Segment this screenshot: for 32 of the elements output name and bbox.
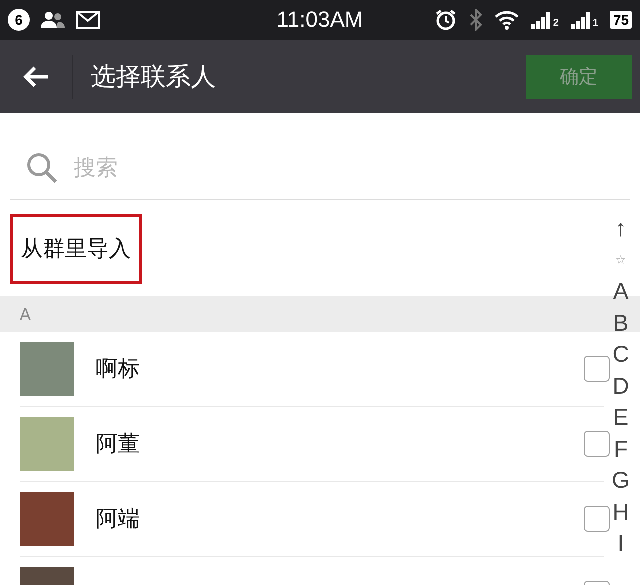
avatar-photo-placeholder (20, 342, 74, 396)
clock-time: 11:03AM (276, 7, 364, 33)
index-letter[interactable]: G (612, 465, 630, 496)
index-letter[interactable]: D (612, 370, 630, 402)
back-arrow-icon (22, 64, 50, 88)
index-letter[interactable]: B (613, 308, 629, 339)
index-letter[interactable]: E (613, 402, 629, 434)
index-letter[interactable]: A (613, 276, 629, 308)
index-letter[interactable]: F (614, 434, 628, 465)
index-letter[interactable]: ↑ (615, 213, 627, 244)
alarm-icon (435, 9, 458, 31)
import-from-group-item[interactable]: 从群里导入 (10, 214, 142, 284)
notification-count: 6 (8, 9, 30, 31)
mail-icon (76, 11, 100, 29)
checkbox[interactable] (584, 431, 610, 457)
search-field[interactable]: 搜索 (72, 154, 476, 182)
wifi-icon (495, 10, 520, 30)
bluetooth-icon (469, 9, 484, 31)
checkbox[interactable] (584, 506, 610, 532)
checkbox[interactable] (584, 356, 610, 382)
index-letter[interactable]: C (612, 339, 630, 370)
avatar-photo-placeholder (20, 492, 74, 546)
contact-name: 阿端 (96, 506, 141, 534)
page-title: 选择联系人 (91, 61, 217, 93)
index-letter[interactable]: I (618, 528, 624, 560)
index-letter[interactable]: H (612, 496, 630, 528)
avatar-photo-placeholder (20, 417, 74, 471)
contacts-icon (40, 11, 66, 29)
battery-level: 75 (610, 11, 632, 29)
contact-name: 阿董 (96, 431, 141, 459)
search-icon (26, 152, 58, 184)
contact-name: 啊标 (96, 356, 141, 384)
